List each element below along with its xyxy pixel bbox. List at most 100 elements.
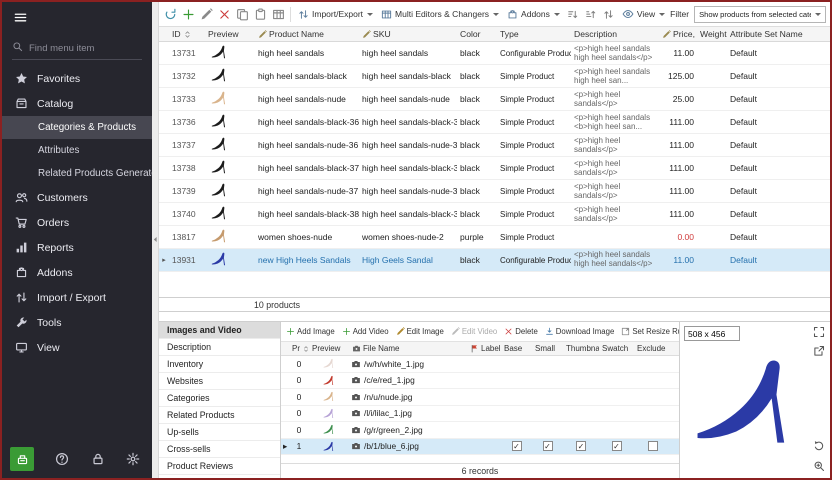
checkbox[interactable]: ✓ <box>612 441 622 451</box>
tab-description[interactable]: Description <box>159 339 280 356</box>
product-row[interactable]: ▸13931new High Heels SandalsHigh Geels S… <box>159 249 830 272</box>
img-column-header-base[interactable]: Base <box>501 344 532 353</box>
img-column-header-swatch[interactable]: Swatch <box>599 344 634 353</box>
open-external-button[interactable] <box>813 345 825 357</box>
column-header-attribute-set-name[interactable]: Attribute Set Name <box>727 29 830 39</box>
fullscreen-button[interactable] <box>813 326 825 338</box>
img-column-header-small[interactable]: Small <box>532 344 563 353</box>
tab-images-and-video[interactable]: Images and Video <box>159 322 280 339</box>
product-row[interactable]: 13817women shoes-nudewomen shoes-nude-2p… <box>159 226 830 249</box>
image-row[interactable]: 0/n/u/nude.jpg <box>281 389 679 406</box>
add-video-button[interactable]: Add Video <box>342 327 389 336</box>
column-header-price[interactable]: Price, <box>659 29 697 39</box>
checkbox[interactable]: ✓ <box>543 441 553 451</box>
image-row[interactable]: ▸1/b/1/blue_6.jpg✓✓✓✓ <box>281 439 679 456</box>
sidebar-item-import-export[interactable]: Import / Export <box>2 285 152 310</box>
tab-product-reviews[interactable]: Product Reviews <box>159 458 280 475</box>
column-header-product-name[interactable]: Product Name <box>255 29 359 39</box>
tab-inventory[interactable]: Inventory <box>159 356 280 373</box>
edit-product-button[interactable] <box>198 5 214 24</box>
product-row[interactable]: 13738high heel sandals-black-37high heel… <box>159 157 830 180</box>
checkbox[interactable] <box>648 441 658 451</box>
delete-button[interactable]: Delete <box>504 327 538 336</box>
sidebar-subitem-categories-products[interactable]: Categories & Products <box>2 116 152 139</box>
paste-button[interactable] <box>252 5 268 24</box>
img-column-header-file-name[interactable]: File Name <box>349 344 467 353</box>
columns-button[interactable] <box>270 5 286 24</box>
tab-related-products[interactable]: Related Products <box>159 407 280 424</box>
sidebar-splitter[interactable] <box>152 2 159 478</box>
add-image-button[interactable]: Add Image <box>286 327 335 336</box>
sidebar-item-orders[interactable]: Orders <box>2 210 152 235</box>
img-column-header-pr[interactable]: Pr <box>289 344 309 353</box>
product-row[interactable]: 13732high heel sandals-blackhigh heel sa… <box>159 65 830 88</box>
delete-product-button[interactable] <box>216 5 232 24</box>
image-row[interactable]: 0/l/i/lilac_1.jpg <box>281 406 679 423</box>
lock-button[interactable] <box>91 452 105 466</box>
sidebar-item-view[interactable]: View <box>2 335 152 360</box>
filters-dropdown[interactable]: Filters <box>828 7 830 21</box>
spacer <box>159 312 830 321</box>
rotate-button[interactable] <box>813 440 825 452</box>
sort-descending-button[interactable] <box>583 5 599 24</box>
filter-label: Filter <box>670 9 689 19</box>
set-resize-rule-button[interactable]: Set Resize Rule <box>621 327 679 336</box>
image-row[interactable]: 0/g/r/green_2.jpg <box>281 422 679 439</box>
tab-up-sells[interactable]: Up-sells <box>159 424 280 441</box>
checkbox[interactable]: ✓ <box>512 441 522 451</box>
users-icon <box>15 191 28 204</box>
column-header-color[interactable]: Color <box>457 29 497 39</box>
cell-type: Simple Product <box>497 164 571 173</box>
download-image-button[interactable]: Download Image <box>545 327 615 336</box>
menu-icon[interactable] <box>2 2 152 36</box>
column-header-sku[interactable]: SKU <box>359 29 457 39</box>
help-button[interactable] <box>55 452 69 466</box>
product-row[interactable]: 13739high heel sandals-nude-37high heel … <box>159 180 830 203</box>
column-header-description[interactable]: Description <box>571 29 659 39</box>
settings-button[interactable] <box>126 452 140 466</box>
add-product-button[interactable] <box>180 5 196 24</box>
product-row[interactable]: 13736high heel sandals-black-36high heel… <box>159 111 830 134</box>
sidebar-item-catalog[interactable]: Catalog <box>2 91 152 116</box>
zoom-button[interactable] <box>813 460 825 472</box>
product-row[interactable]: 13733high heel sandals-nudehigh heel san… <box>159 88 830 111</box>
product-row[interactable]: 13737high heel sandals-nude-36high heel … <box>159 134 830 157</box>
img-column-header-thumbna[interactable]: Thumbna <box>563 344 599 353</box>
sidebar-item-tools[interactable]: Tools <box>2 310 152 335</box>
image-size-input[interactable] <box>684 326 740 341</box>
img-column-header-preview[interactable]: Preview <box>309 344 349 353</box>
column-transfer-button[interactable] <box>601 5 617 24</box>
multi-editors-changers-dropdown[interactable]: Multi Editors & Changers <box>378 7 502 22</box>
sort-ascending-button[interactable] <box>565 5 581 24</box>
image-row[interactable]: 0/c/e/red_1.jpg <box>281 373 679 390</box>
store-button[interactable] <box>10 447 34 471</box>
sidebar-search-input[interactable]: Find menu item <box>12 38 142 60</box>
img-column-header-exclude[interactable]: Exclude <box>634 344 672 353</box>
checkbox[interactable]: ✓ <box>576 441 586 451</box>
sidebar-item-favorites[interactable]: Favorites <box>2 66 152 91</box>
addons-dropdown[interactable]: Addons <box>504 7 563 22</box>
view-dropdown[interactable]: View <box>619 6 668 22</box>
refresh-button[interactable] <box>162 5 178 24</box>
image-row[interactable]: 0/w/h/white_1.jpg <box>281 356 679 373</box>
tab-cross-sells[interactable]: Cross-sells <box>159 441 280 458</box>
tab-categories[interactable]: Categories <box>159 390 280 407</box>
sidebar-item-customers[interactable]: Customers <box>2 185 152 210</box>
sidebar-item-reports[interactable]: Reports <box>2 235 152 260</box>
product-row[interactable]: 13731high heel sandalshigh heel sandalsb… <box>159 42 830 65</box>
copy-button[interactable] <box>234 5 250 24</box>
product-row[interactable]: 13740high heel sandals-black-38high heel… <box>159 203 830 226</box>
sidebar-subitem-attributes[interactable]: Attributes <box>2 139 152 162</box>
category-filter-select[interactable]: Show products from selected categories <box>694 6 826 23</box>
column-header-id[interactable]: ID <box>169 29 205 39</box>
sidebar-subitem-related-products-generator[interactable]: Related Products Generator <box>2 162 152 185</box>
column-header-type[interactable]: Type <box>497 29 571 39</box>
tab-websites[interactable]: Websites <box>159 373 280 390</box>
column-header-weight[interactable]: Weight <box>697 29 727 39</box>
edit-image-button[interactable]: Edit Image <box>396 327 444 336</box>
img-column-header-label[interactable]: Label <box>467 344 501 353</box>
edit-video-button[interactable]: Edit Video <box>451 327 497 336</box>
import-export-dropdown[interactable]: Import/Export <box>295 7 376 22</box>
column-header-preview[interactable]: Preview <box>205 29 255 39</box>
sidebar-item-addons[interactable]: Addons <box>2 260 152 285</box>
